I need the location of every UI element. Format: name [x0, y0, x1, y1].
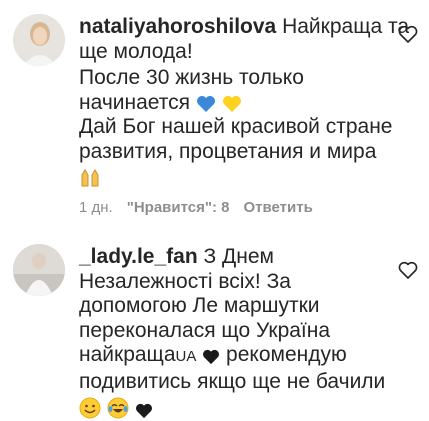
comment-text: Незалежності всіх! За — [79, 269, 291, 293]
comment-time: 1 дн. — [79, 199, 113, 216]
comment-item: nataliyahoroshilova Найкраща та ще молод… — [0, 0, 429, 225]
avatar[interactable] — [13, 14, 65, 66]
username-link[interactable]: _lady.le_fan — [79, 245, 198, 268]
comment-first-line: _lady.le_fan З Днем — [79, 245, 379, 270]
comment-text: найкраща — [79, 343, 176, 367]
comment-body: nataliyahoroshilova Найкраща та ще молод… — [79, 15, 409, 190]
blue-heart-icon — [196, 95, 215, 112]
heart-outline-icon — [398, 25, 418, 43]
comment-text: рекомендую — [226, 343, 347, 367]
avatar[interactable] — [13, 244, 65, 296]
comment-meta: 1 дн. "Нравится": 8 Ответить — [79, 199, 313, 216]
reply-button[interactable]: Ответить — [243, 199, 312, 216]
avatar-image — [13, 244, 65, 296]
comment-emoji-line — [79, 165, 379, 190]
comment-text: ще молода! — [79, 39, 193, 63]
comment-text: Найкраща та — [276, 15, 410, 38]
comment-text: развития, процветания и мира — [79, 139, 377, 163]
comment-emoji-line — [79, 397, 379, 421]
ua-text: UA — [175, 348, 197, 366]
heart-outline-icon — [398, 261, 418, 279]
avatar-image — [13, 14, 65, 66]
comment-text: начинается — [79, 90, 190, 114]
like-button[interactable] — [396, 22, 420, 46]
like-button[interactable] — [396, 258, 420, 282]
comment-text-line: найкращаUA рекомендую — [79, 343, 379, 370]
comment-first-line: nataliyahoroshilova Найкраща та — [79, 15, 409, 40]
yellow-heart-icon — [222, 95, 241, 112]
comment-text-line: начинается — [79, 91, 379, 116]
raising-hands-icon — [81, 168, 99, 187]
comment-item: _lady.le_fan З Днем Незалежності всіх! З… — [0, 240, 429, 420]
black-heart-icon — [135, 403, 152, 418]
username-link[interactable]: nataliyahoroshilova — [79, 15, 276, 38]
comment-text: З Днем — [197, 245, 274, 268]
comment-text: После 30 жизнь только — [79, 66, 304, 90]
comment-body: _lady.le_fan З Днем Незалежності всіх! З… — [79, 245, 386, 421]
likes-count[interactable]: "Нравится": 8 — [127, 199, 230, 216]
comment-text: Дай Бог нашей красивой стране — [79, 115, 393, 139]
smiling-face-icon — [79, 397, 101, 419]
comment-text: подивитись якщо ще не бачили — [79, 369, 386, 393]
black-heart-icon — [203, 350, 220, 365]
comment-text: переконалася що Україна — [79, 318, 331, 342]
comment-text: допомогою Ле маршутки — [79, 294, 320, 318]
tears-of-joy-icon — [107, 397, 129, 419]
